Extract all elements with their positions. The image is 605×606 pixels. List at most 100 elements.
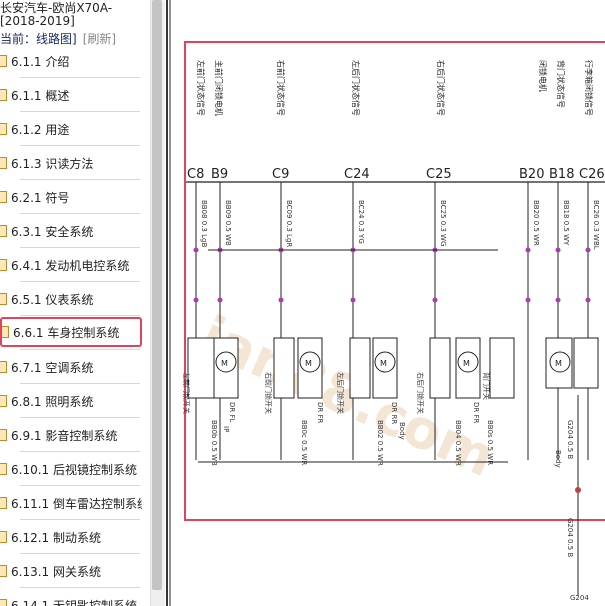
document-icon	[0, 225, 7, 237]
connector-label: DR FR	[472, 402, 480, 424]
nav-separator	[20, 213, 140, 214]
switch-label: 左前门锁开关	[182, 372, 191, 414]
document-icon	[0, 259, 7, 271]
sidebar: 长安汽车-欧尚X70A-[2018-2019] 当前：线路图] [刷新] 6.1.…	[0, 0, 150, 606]
document-icon	[0, 191, 7, 203]
nav-item[interactable]: 6.2.1 符号	[0, 182, 142, 212]
document-icon	[0, 497, 7, 509]
splice-dot	[585, 247, 591, 253]
pin-label: B18	[549, 167, 574, 182]
nav-item-label: 6.5.1 仪表系统	[11, 292, 94, 307]
nav-item-label: 6.3.1 安全系统	[11, 224, 94, 239]
nav-separator	[20, 451, 140, 452]
document-icon	[0, 157, 7, 169]
nav-separator	[20, 247, 140, 248]
document-icon	[2, 326, 9, 338]
splice-dot	[525, 247, 531, 253]
nav-item-label: 6.14.1 无钥匙控制系统	[11, 598, 137, 606]
splice-dot	[278, 297, 284, 303]
nav-item[interactable]: 6.11.1 倒车雷达控制系统	[0, 488, 142, 518]
nav-item-label: 6.4.1 发动机电控系统	[11, 258, 130, 273]
wire-label: BC24 0.3 YG	[357, 200, 365, 244]
splice-dot	[217, 297, 223, 303]
document-icon	[0, 395, 7, 407]
breadcrumb: 当前：线路图] [刷新]	[0, 30, 116, 47]
nav-item[interactable]: 6.12.1 制动系统	[0, 522, 142, 552]
switch-label: 背门开关	[482, 372, 491, 400]
nav-item[interactable]: 6.5.1 仪表系统	[0, 284, 142, 314]
nav-item-label: 6.13.1 网关系统	[11, 564, 101, 579]
top-signal-label: 主前门闭锁电机	[214, 60, 224, 116]
nav-item-label: 6.11.1 倒车雷达控制系统	[11, 496, 142, 511]
nav-item-label: 6.9.1 影音控制系统	[11, 428, 118, 443]
pin-label: C24	[344, 167, 370, 182]
document-icon	[0, 55, 7, 67]
nav-item[interactable]: 6.1.2 用途	[0, 114, 142, 144]
connector-label: DR FR	[316, 402, 324, 424]
top-signal-label: 右后门状态信号	[436, 60, 446, 116]
nav-item-label: 6.10.1 后视镜控制系统	[11, 462, 137, 477]
nav-separator	[20, 111, 140, 112]
nav-item[interactable]: 6.7.1 空调系统	[0, 352, 142, 382]
nav-item-label: 6.7.1 空调系统	[11, 360, 94, 375]
component-box	[489, 337, 515, 399]
nav-item[interactable]: 6.10.1 后视镜控制系统	[0, 454, 142, 484]
splice-dot	[350, 297, 356, 303]
document-icon	[0, 293, 7, 305]
nav-item[interactable]: 6.14.1 无钥匙控制系统	[0, 590, 142, 606]
connector-label: DR FL	[228, 402, 236, 423]
nav-separator	[20, 587, 140, 588]
document-icon	[0, 429, 7, 441]
nav-item[interactable]: 6.6.1 车身控制系统	[0, 317, 142, 347]
nav-separator	[20, 349, 140, 350]
pin-label: C9	[272, 167, 289, 182]
bottom-wire-label: BB02 0.5 WR	[376, 420, 384, 466]
pin-label: C8	[187, 167, 204, 182]
nav-item-label: 6.1.1 概述	[11, 88, 70, 103]
nav-item[interactable]: 6.1.1 介绍	[0, 46, 142, 76]
nav-item[interactable]: 6.9.1 影音控制系统	[0, 420, 142, 450]
nav-separator	[20, 315, 140, 316]
wire-label: BB09 0.5 WB	[224, 200, 232, 246]
sidebar-scroll-thumb[interactable]	[152, 0, 162, 590]
motor-label: M	[555, 359, 562, 368]
document-title: 长安汽车-欧尚X70A-[2018-2019]	[0, 1, 113, 28]
pin-label: B9	[211, 167, 228, 182]
splice-dot	[555, 297, 561, 303]
nav-item[interactable]: 6.1.1 概述	[0, 80, 142, 110]
nav-item[interactable]: 6.1.3 识读方法	[0, 148, 142, 178]
nav-separator	[20, 417, 140, 418]
nav-item[interactable]: 6.13.1 网关系统	[0, 556, 142, 586]
splice-dot	[555, 247, 561, 253]
top-signal-label: 右前门状态信号	[276, 60, 286, 116]
body-label: Body	[554, 450, 562, 468]
nav-separator	[20, 145, 140, 146]
ground-wire-label: G204 0.5 B	[566, 420, 574, 459]
motor-label: M	[380, 359, 387, 368]
nav-item[interactable]: 6.3.1 安全系统	[0, 216, 142, 246]
wiring-diagram: ian88.com 左前门状态信号 主前门闭锁电机 右前门状态信号 左后门状态信号 右后…	[169, 0, 605, 606]
top-signal-label: 左前门状态信号	[196, 60, 206, 116]
refresh-link[interactable]: [刷新]	[83, 32, 116, 46]
nav-separator	[20, 485, 140, 486]
bottom-wire-label: BB0s 0.5 WR	[486, 420, 494, 465]
document-icon	[0, 89, 7, 101]
ground-wire-label: G204 0.5 B	[566, 518, 574, 557]
nav-item[interactable]: 6.8.1 照明系统	[0, 386, 142, 416]
ground-label: G204	[570, 594, 589, 602]
component-box	[349, 337, 371, 399]
nav-item-label: 6.8.1 照明系统	[11, 394, 94, 409]
wire-label: BB20 0.5 WR	[532, 200, 540, 246]
splice-dot	[585, 297, 591, 303]
component-box	[273, 337, 295, 399]
top-signal-label: 行李箱闭锁信号	[584, 60, 594, 116]
bottom-wire-label: BB0c 0.5 WR	[300, 420, 308, 465]
nav-item-label: 6.1.3 识读方法	[11, 156, 94, 171]
nav-item[interactable]: 6.4.1 发动机电控系统	[0, 250, 142, 280]
connector-label: Body	[398, 422, 406, 440]
nav-separator	[20, 519, 140, 520]
splice-dot	[525, 297, 531, 303]
nav-separator	[20, 553, 140, 554]
pin-label: C26	[579, 167, 605, 182]
pin-label: B20	[519, 167, 544, 182]
